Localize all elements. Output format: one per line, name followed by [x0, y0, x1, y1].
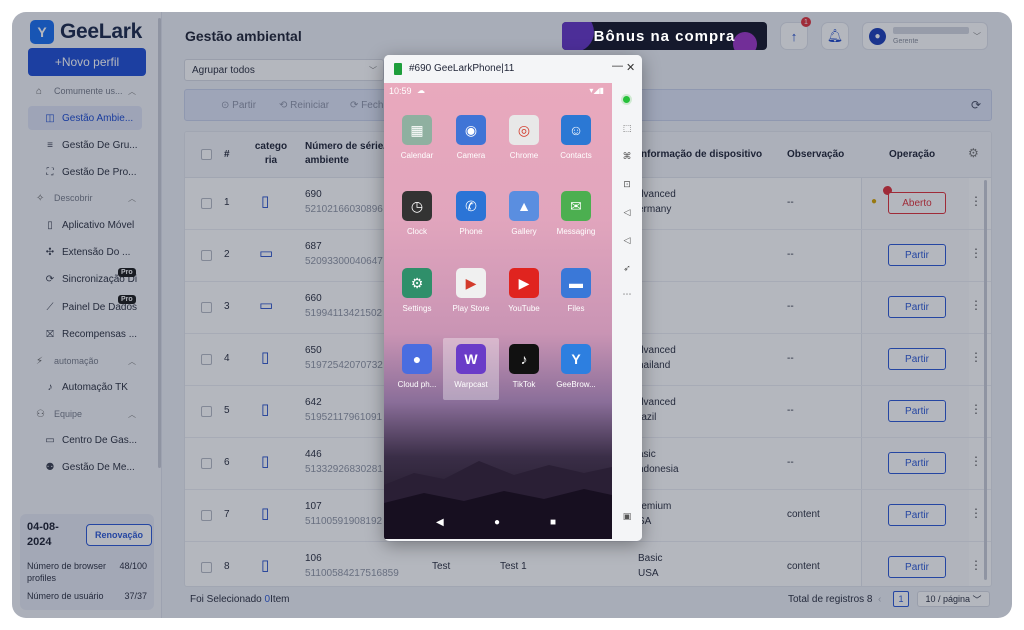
app-label: Warpcast	[454, 380, 488, 389]
app-cloud-ph[interactable]: ● Cloud ph...	[389, 338, 445, 400]
app-icon: ♪	[509, 344, 539, 374]
app-label: Contacts	[560, 151, 592, 160]
app-warpcast[interactable]: W Warpcast	[443, 338, 499, 400]
screenshot-icon[interactable]: ⊡	[621, 179, 633, 191]
phone-window-titlebar[interactable]: #690 GeeLarkPhone|11 — ✕	[384, 55, 642, 83]
wifi-signal-battery-icon: ▾◢▮	[589, 86, 604, 95]
app-contacts[interactable]: ☺ Contacts	[548, 109, 604, 171]
rocket-icon[interactable]: ➶	[621, 263, 633, 275]
app-label: Files	[567, 304, 585, 313]
phone-side-toolbar: ⬚ ⌘ ⊡ ◁ ◁ ➶ ⋯ ▣	[612, 83, 642, 539]
rotate-icon[interactable]: ⬚	[621, 123, 633, 135]
cloud-phone-window: #690 GeeLarkPhone|11 — ✕ 10:59 ☁ ▾◢▮ ▦ Ca…	[384, 55, 642, 541]
app-camera[interactable]: ◉ Camera	[443, 109, 499, 171]
phone-icon	[394, 63, 402, 75]
app-icon: ◎	[509, 115, 539, 145]
app-icon: ✆	[456, 191, 486, 221]
app-icon: ◷	[402, 191, 432, 221]
status-time: 10:59	[389, 86, 412, 96]
phone-window-title: #690 GeeLarkPhone|11	[409, 63, 515, 74]
app-messaging[interactable]: ✉ Messaging	[548, 185, 604, 247]
app-icon: ▬	[561, 268, 591, 298]
close-button[interactable]: ✕	[626, 61, 635, 74]
app-icon: ☺	[561, 115, 591, 145]
app-icon: ◉	[456, 115, 486, 145]
status-indicator-icon	[621, 94, 632, 105]
volume-down-icon[interactable]: ◁	[621, 235, 633, 247]
android-status-bar: 10:59 ☁ ▾◢▮	[384, 83, 612, 99]
app-icon: ▲	[509, 191, 539, 221]
android-nav-bar: ◀ ● ■	[384, 511, 612, 535]
app-label: Chrome	[509, 151, 539, 160]
app-label: Messaging	[556, 227, 596, 236]
phone-screen[interactable]: 10:59 ☁ ▾◢▮ ▦ Calendar ◉ Camera ◎ Chrome ☺ Cont…	[384, 83, 612, 539]
app-icon: ✉	[561, 191, 591, 221]
volume-up-icon[interactable]: ◁	[621, 207, 633, 219]
recents-icon[interactable]: ■	[550, 517, 556, 528]
fullscreen-icon[interactable]: ⌘	[621, 151, 633, 163]
app-label: GeeBrow...	[556, 380, 596, 389]
app-label: Settings	[402, 304, 432, 313]
app-phone[interactable]: ✆ Phone	[443, 185, 499, 247]
app-label: Calendar	[400, 151, 434, 160]
app-icon: W	[456, 344, 486, 374]
app-label: Clock	[406, 227, 427, 236]
app-files[interactable]: ▬ Files	[548, 262, 604, 324]
app-calendar[interactable]: ▦ Calendar	[389, 109, 445, 171]
app-label: Camera	[456, 151, 486, 160]
home-icon[interactable]: ●	[494, 517, 500, 528]
app-label: YouTube	[508, 304, 540, 313]
app-gallery[interactable]: ▲ Gallery	[496, 185, 552, 247]
more-icon[interactable]: ⋯	[621, 289, 633, 301]
app-window: Y GeeLark +Novo perfil ⌂ Comumente us...…	[12, 12, 1012, 618]
app-icon: ●	[402, 344, 432, 374]
app-icon: Y	[561, 344, 591, 374]
minimize-button[interactable]: —	[612, 60, 623, 72]
app-geebrow[interactable]: Y GeeBrow...	[548, 338, 604, 400]
app-icon: ▶	[509, 268, 539, 298]
app-label: TikTok	[512, 380, 536, 389]
back-icon[interactable]: ◀	[436, 517, 444, 528]
app-youtube[interactable]: ▶ YouTube	[496, 262, 552, 324]
app-label: Cloud ph...	[397, 380, 437, 389]
app-label: Play Store	[452, 304, 490, 313]
app-icon: ⚙	[402, 268, 432, 298]
keyboard-icon[interactable]: ▣	[621, 511, 633, 523]
app-label: Gallery	[511, 227, 537, 236]
cloud-icon: ☁	[417, 86, 425, 95]
app-play-store[interactable]: ▶ Play Store	[443, 262, 499, 324]
app-icon: ▶	[456, 268, 486, 298]
app-tiktok[interactable]: ♪ TikTok	[496, 338, 552, 400]
app-chrome[interactable]: ◎ Chrome	[496, 109, 552, 171]
app-settings[interactable]: ⚙ Settings	[389, 262, 445, 324]
app-label: Phone	[459, 227, 483, 236]
app-clock[interactable]: ◷ Clock	[389, 185, 445, 247]
app-icon: ▦	[402, 115, 432, 145]
